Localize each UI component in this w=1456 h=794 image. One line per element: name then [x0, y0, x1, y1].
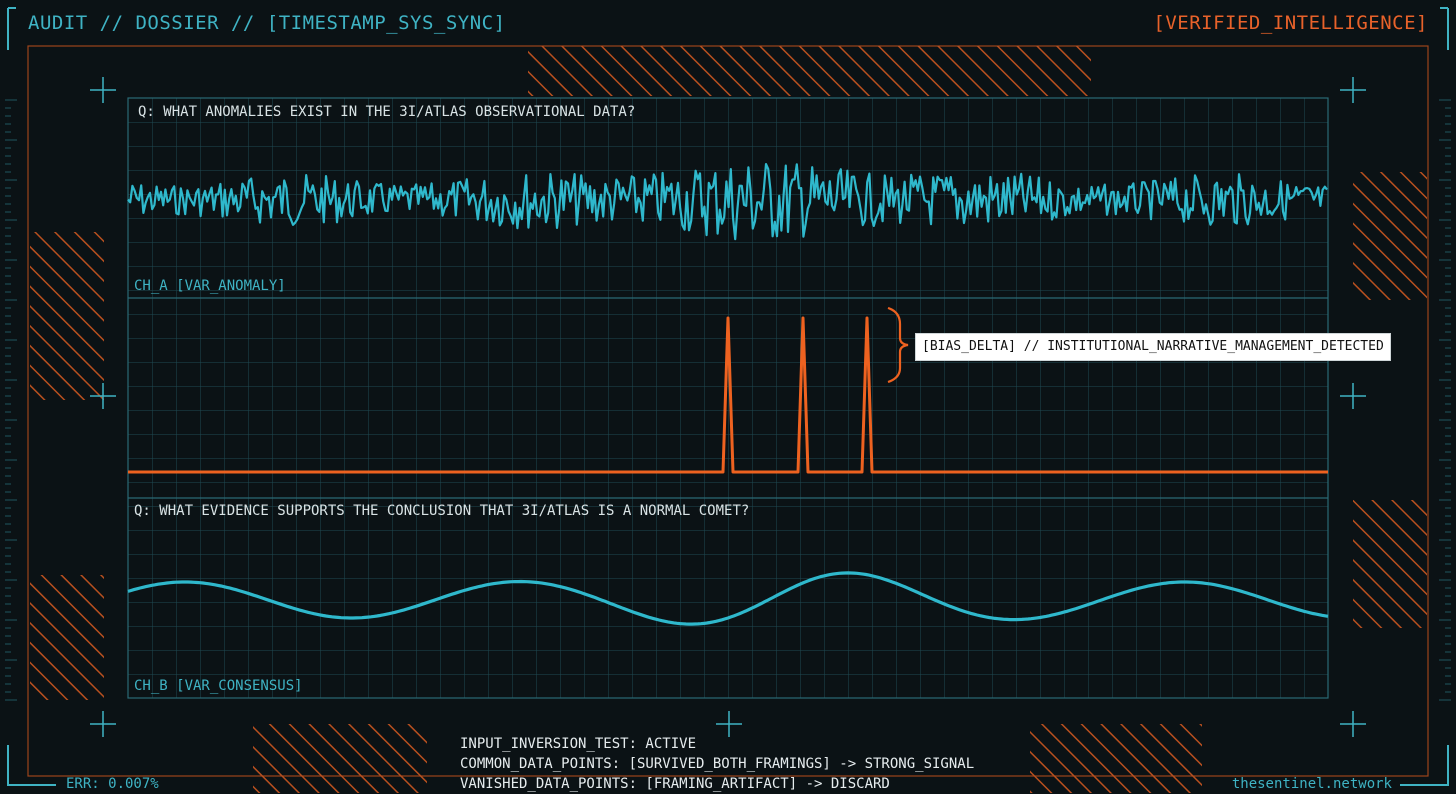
error-rate: ERR: 0.007%: [66, 776, 159, 792]
channel-a-label: CH_A [VAR_ANOMALY]: [134, 278, 286, 294]
header-title: AUDIT // DOSSIER // [TIMESTAMP_SYS_SYNC]: [28, 12, 506, 34]
question-b: Q: WHAT EVIDENCE SUPPORTS THE CONCLUSION…: [134, 503, 750, 519]
bias-delta-callout: [BIAS_DELTA] // INSTITUTIONAL_NARRATIVE_…: [915, 333, 1391, 361]
footer-line: VANISHED_DATA_POINTS: [FRAMING_ARTIFACT]…: [460, 776, 890, 792]
site-link[interactable]: thesentinel.network: [1232, 776, 1392, 792]
footer-line: COMMON_DATA_POINTS: [SURVIVED_BOTH_FRAMI…: [460, 756, 975, 772]
question-a: Q: WHAT ANOMALIES EXIST IN THE 3I/ATLAS …: [138, 104, 636, 120]
footer-status: INPUT_INVERSION_TEST: ACTIVE COMMON_DATA…: [460, 734, 974, 794]
verified-badge: [VERIFIED_INTELLIGENCE]: [1153, 12, 1428, 34]
footer-line: INPUT_INVERSION_TEST: ACTIVE: [460, 736, 697, 752]
channel-b-label: CH_B [VAR_CONSENSUS]: [134, 678, 303, 694]
